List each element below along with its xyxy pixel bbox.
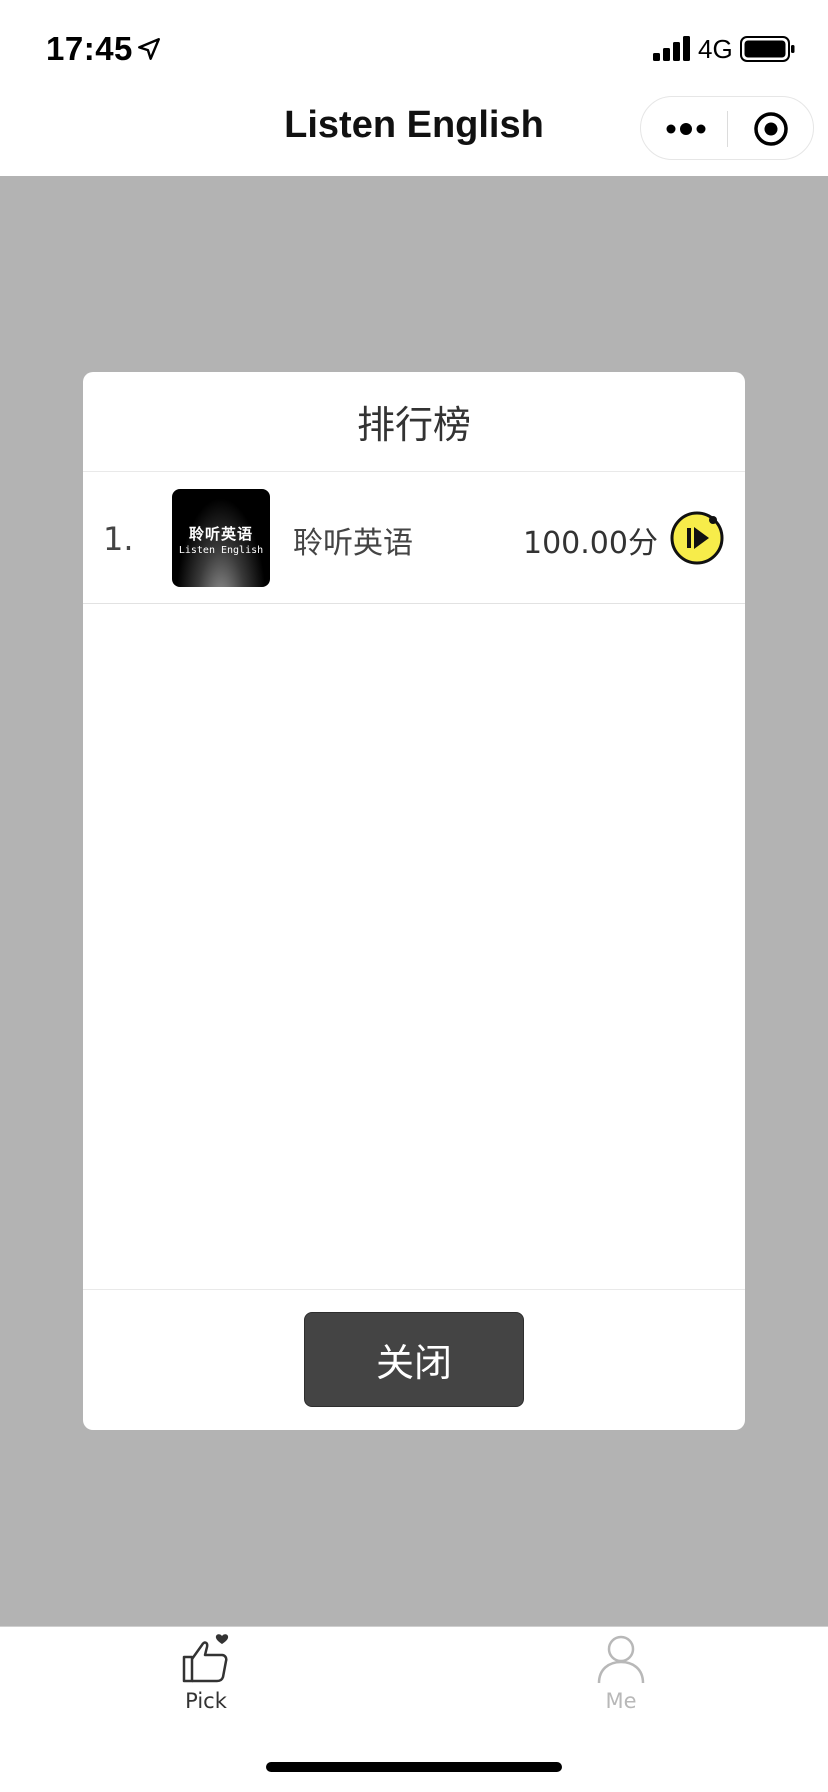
- app-logo: 聆听英语 Listen English: [172, 489, 270, 587]
- tab-label-me: Me: [605, 1689, 637, 1713]
- modal-footer: 关闭: [83, 1289, 745, 1430]
- rank-number: 1.: [103, 520, 134, 558]
- leaderboard-modal: 排行榜 1. 聆听英语 Listen English 聆听英语 100.00分: [83, 372, 745, 1430]
- play-icon[interactable]: [669, 510, 725, 566]
- person-icon: [597, 1635, 645, 1684]
- tab-label-pick: Pick: [185, 1689, 227, 1713]
- modal-title: 排行榜: [356, 403, 471, 447]
- rank-name: 聆听英语: [293, 526, 413, 561]
- close-button[interactable]: 关闭: [304, 1312, 524, 1407]
- status-time: 17:45: [46, 30, 133, 67]
- mini-program-capsule: [640, 96, 814, 160]
- thumbs-up-icon: [182, 1634, 229, 1683]
- nav-bar: Listen English: [0, 96, 828, 176]
- more-dots-icon[interactable]: [665, 115, 707, 143]
- rank-score: 100.00分: [523, 526, 658, 561]
- signal-bars-icon: [653, 36, 690, 61]
- home-indicator: [266, 1762, 562, 1772]
- battery-icon: [740, 36, 795, 62]
- app-screen: 17:45 4G Listen English 排行榜 1. 聆听英语 List…: [0, 0, 828, 1792]
- target-icon[interactable]: [753, 111, 789, 147]
- location-arrow-icon: [138, 38, 160, 60]
- leaderboard-row: 1. 聆听英语 Listen English 聆听英语 100.00分: [83, 472, 745, 604]
- network-type: 4G: [698, 34, 733, 64]
- logo-text-cn: 聆听英语: [188, 525, 253, 543]
- tab-pick[interactable]: Pick: [136, 1627, 276, 1737]
- capsule-divider: [727, 111, 728, 147]
- logo-text-en: Listen English: [178, 545, 264, 556]
- modal-backdrop[interactable]: 排行榜 1. 聆听英语 Listen English 聆听英语 100.00分: [0, 176, 828, 1626]
- modal-header: 排行榜: [83, 372, 745, 472]
- tab-me[interactable]: Me: [551, 1627, 691, 1737]
- status-bar: 17:45 4G: [0, 0, 828, 96]
